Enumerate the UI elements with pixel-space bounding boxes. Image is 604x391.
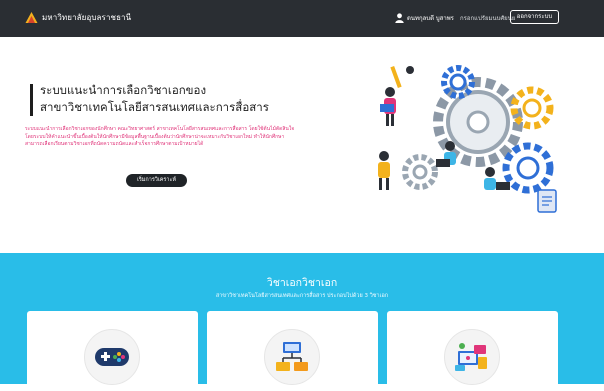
majors-subtitle: สาขาวิชาเทคโนโลยีสารสนเทศและการสื่อสาร ป… xyxy=(215,293,389,299)
title-accent-bar xyxy=(30,84,33,116)
brand-link[interactable]: มหาวิทยาลัยอุบลราชธานี xyxy=(25,11,131,24)
major-card-multimedia[interactable] xyxy=(387,311,558,391)
top-navbar: มหาวิทยาลัยอุบลราชธานี ดนทกุลบดี บูสาพร … xyxy=(0,0,604,37)
profile-link[interactable]: กรอกแปรัยมนบศัยนย xyxy=(460,13,515,23)
major-card-game[interactable] xyxy=(27,311,198,391)
document-icon xyxy=(537,189,557,213)
hero-title-line1: ระบบแนะนำการเลือกวิชาเอกของ xyxy=(40,83,207,97)
user-name: ดนทกุลบดี บูสาพร xyxy=(407,15,454,22)
majors-title: วิชาเอกวิชาเอก xyxy=(266,277,338,289)
user-menu[interactable]: ดนทกุลบดี บูสาพร xyxy=(395,13,454,23)
logout-button[interactable]: ออกจากระบบ xyxy=(510,10,559,24)
hero-illustration xyxy=(378,65,557,213)
user-icon xyxy=(395,13,404,23)
network-icon xyxy=(264,329,320,385)
major-card-network[interactable] xyxy=(207,311,378,391)
multimedia-icon xyxy=(444,329,500,385)
university-logo-icon xyxy=(25,12,38,23)
start-analysis-button[interactable]: เริ่มการวิเคราะห์ xyxy=(126,174,187,187)
hero-description: ระบบแนะนำการเลือกวิชาเอกของนักศึกษา คณะว… xyxy=(25,126,295,148)
gamepad-icon xyxy=(84,329,140,385)
brand-name: มหาวิทยาลัยอุบลราชธานี xyxy=(42,13,132,22)
hero-title-line2: สาขาวิชาเทคโนโลยีสารสนเทศและการสื่อสาร xyxy=(40,100,269,114)
gears-icon xyxy=(402,65,554,194)
